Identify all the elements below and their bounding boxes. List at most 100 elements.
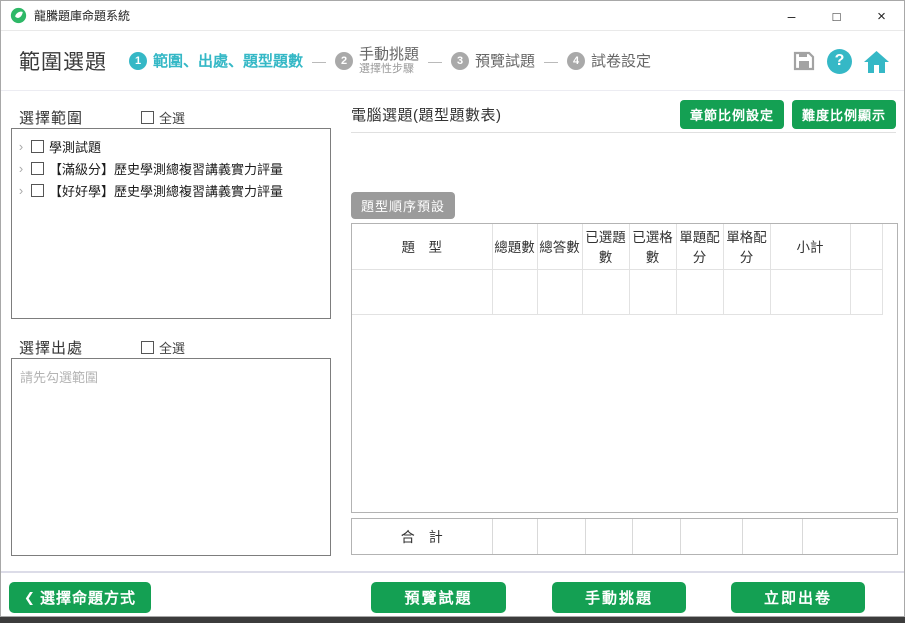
range-tree-panel: › 學測試題 › 【滿級分】歷史學測總複習講義實力評量 › 【好好學】歷史學測總… [11,128,331,319]
step-4-label: 試卷設定 [591,50,651,71]
cell [742,519,802,554]
step-2-subtitle: 選擇性步驟 [359,63,419,76]
col-points-per-blank: 單格配分 [723,224,770,269]
step-1-badge: 1 [129,52,147,70]
main-panel-divider [351,132,896,133]
save-button[interactable] [792,49,816,73]
source-section-header: 選擇出處 全選 [19,337,185,358]
step-4[interactable]: 4 試卷設定 [567,50,651,71]
cell [632,519,680,554]
maximize-button[interactable]: □ [814,1,859,31]
source-placeholder: 請先勾選範圍 [20,370,98,385]
back-to-mode-button[interactable]: ❮ 選擇命題方式 [9,582,151,613]
cell [492,519,537,554]
range-item-checkbox[interactable] [31,184,44,197]
step-2-badge: 2 [335,52,353,70]
cell [770,269,850,314]
col-total-answers: 總答數 [537,224,582,269]
step-2-label: 手動挑題 [359,46,419,63]
window-controls: – □ × [769,1,904,31]
step-3-label: 預覽試題 [475,50,535,71]
question-type-table: 題 型 總題數 總答數 已選題數 已選格數 單題配分 單格配分 小計 [352,224,883,315]
cell [537,519,585,554]
range-item-checkbox[interactable] [31,162,44,175]
range-section-header: 選擇範圍 全選 [19,107,185,128]
col-question-type: 題 型 [352,224,492,269]
cell [629,269,676,314]
question-type-table-container: 題 型 總題數 總答數 已選題數 已選格數 單題配分 單格配分 小計 [351,223,898,513]
cell [585,519,632,554]
col-selected-blanks: 已選格數 [629,224,676,269]
range-tree-item[interactable]: › 【滿級分】歷史學測總複習講義實力評量 [16,157,326,179]
chapter-ratio-button[interactable]: 章節比例設定 [680,100,784,129]
step-1-label: 範圍、出處、題型題數 [153,50,303,71]
range-item-label: 學測試題 [49,137,101,156]
range-tree-item[interactable]: › 學測試題 [16,135,326,157]
home-button[interactable] [863,49,890,74]
difficulty-ratio-button[interactable]: 難度比例顯示 [792,100,896,129]
footer-divider [1,571,904,573]
app-title: 龍騰題庫命題系統 [34,7,130,24]
app-logo-icon [10,7,27,24]
app-window: 龍騰題庫命題系統 – □ × 範圍選題 1 範圍、出處、題型題數 — 2 手動挑… [0,0,905,617]
cell [850,269,882,314]
main-panel-header: 電腦選題(題型題數表) 章節比例設定 難度比例顯示 [351,100,896,129]
col-subtotal: 小計 [770,224,850,269]
header: 範圍選題 1 範圍、出處、題型題數 — 2 手動挑題 選擇性步驟 — 3 [1,32,904,91]
source-select-all[interactable]: 全選 [141,338,185,357]
step-separator: — [542,53,560,69]
chevron-right-icon[interactable]: › [16,140,26,153]
cell [802,519,897,554]
cell [723,269,770,314]
help-icon: ? [827,49,852,74]
step-4-badge: 4 [567,52,585,70]
col-points-per-question: 單題配分 [676,224,723,269]
cell [676,269,723,314]
range-tree-item[interactable]: › 【好好學】歷史學測總複習講義實力評量 [16,179,326,201]
title-bar: 龍騰題庫命題系統 – □ × [1,1,904,31]
chevron-right-icon[interactable]: › [16,184,26,197]
source-select-all-checkbox[interactable] [141,341,154,354]
source-select-all-label: 全選 [159,338,185,357]
background-taskbar-strip [0,617,905,623]
range-item-checkbox[interactable] [31,140,44,153]
step-3[interactable]: 3 預覽試題 [451,50,535,71]
home-icon [863,49,890,74]
page-title: 範圍選題 [19,46,107,76]
close-button[interactable]: × [859,1,904,31]
totals-table: 合 計 [352,519,897,554]
cell [492,269,537,314]
totals-row-container: 合 計 [351,518,898,555]
col-total-questions: 總題數 [492,224,537,269]
totals-label: 合 計 [352,519,492,554]
chevron-left-icon: ❮ [24,590,36,606]
minimize-button[interactable]: – [769,1,814,31]
totals-row: 合 計 [352,519,897,554]
step-indicator: 1 範圍、出處、題型題數 — 2 手動挑題 選擇性步驟 — 3 預覽試題 — [129,46,651,76]
table-header-row: 題 型 總題數 總答數 已選題數 已選格數 單題配分 單格配分 小計 [352,224,882,269]
step-separator: — [310,53,328,69]
range-select-all-checkbox[interactable] [141,111,154,124]
table-empty-row [352,269,882,314]
help-button[interactable]: ? [827,49,852,74]
save-icon [792,49,816,73]
chevron-right-icon[interactable]: › [16,162,26,175]
type-order-default-button[interactable]: 題型順序預設 [351,192,455,219]
step-separator: — [426,53,444,69]
step-2[interactable]: 2 手動挑題 選擇性步驟 [335,46,419,76]
range-select-all[interactable]: 全選 [141,108,185,127]
range-item-label: 【好好學】歷史學測總複習講義實力評量 [49,181,283,200]
cell [537,269,582,314]
preview-questions-button[interactable]: 預覽試題 [371,582,506,613]
cell [582,269,629,314]
screen: 龍騰題庫命題系統 – □ × 範圍選題 1 範圍、出處、題型題數 — 2 手動挑… [0,0,905,623]
range-select-all-label: 全選 [159,108,185,127]
manual-pick-button[interactable]: 手動挑題 [552,582,686,613]
step-1[interactable]: 1 範圍、出處、題型題數 [129,50,303,71]
range-title: 選擇範圍 [19,107,83,128]
generate-exam-button[interactable]: 立即出卷 [731,582,865,613]
source-list-panel: 請先勾選範圍 [11,358,331,556]
back-button-label: 選擇命題方式 [40,587,136,608]
main-panel-title: 電腦選題(題型題數表) [351,104,502,125]
cell [352,269,492,314]
